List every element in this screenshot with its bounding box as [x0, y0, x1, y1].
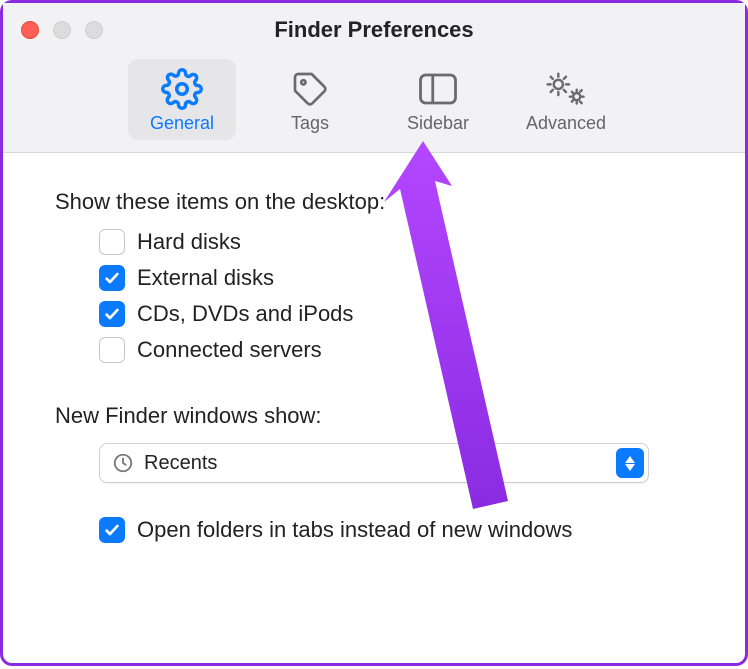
- tab-label: Sidebar: [407, 113, 469, 134]
- checkbox-label: CDs, DVDs and iPods: [137, 301, 353, 327]
- tab-label: Tags: [291, 113, 329, 134]
- tab-advanced[interactable]: Advanced: [512, 59, 620, 140]
- checkbox[interactable]: [99, 265, 125, 291]
- tab-sidebar[interactable]: Sidebar: [384, 59, 492, 140]
- checkbox[interactable]: [99, 517, 125, 543]
- dropdown-selected-label: Recents: [144, 452, 616, 475]
- minimize-button[interactable]: [53, 21, 71, 39]
- checkbox-label: Hard disks: [137, 229, 241, 255]
- toolbar-tabs: General Tags Sidebar: [21, 53, 727, 152]
- sidebar-icon: [417, 67, 459, 111]
- gears-icon: [543, 67, 589, 111]
- checkbox-label: External disks: [137, 265, 274, 291]
- checkbox[interactable]: [99, 301, 125, 327]
- tab-label: Advanced: [526, 113, 606, 134]
- checkbox[interactable]: [99, 337, 125, 363]
- checkbox-label: Open folders in tabs instead of new wind…: [137, 517, 572, 543]
- titlebar: Finder Preferences General Tags: [3, 3, 745, 153]
- checkbox-row-cds-dvds-ipods[interactable]: CDs, DVDs and iPods: [99, 301, 701, 327]
- checkbox-row-open-in-tabs[interactable]: Open folders in tabs instead of new wind…: [55, 517, 701, 543]
- tab-general[interactable]: General: [128, 59, 236, 140]
- desktop-items-list: Hard disks External disks CDs, DVDs and …: [55, 229, 701, 363]
- gear-icon: [161, 67, 203, 111]
- desktop-section-label: Show these items on the desktop:: [55, 189, 701, 215]
- checkbox-row-external-disks[interactable]: External disks: [99, 265, 701, 291]
- tag-icon: [290, 67, 330, 111]
- new-windows-section-label: New Finder windows show:: [55, 403, 701, 429]
- traffic-lights: [21, 21, 103, 39]
- close-button[interactable]: [21, 21, 39, 39]
- new-windows-dropdown[interactable]: Recents: [99, 443, 649, 483]
- checkbox-row-connected-servers[interactable]: Connected servers: [99, 337, 701, 363]
- tab-tags[interactable]: Tags: [256, 59, 364, 140]
- checkbox[interactable]: [99, 229, 125, 255]
- tab-label: General: [150, 113, 214, 134]
- maximize-button[interactable]: [85, 21, 103, 39]
- window-title: Finder Preferences: [21, 17, 727, 53]
- chevron-up-down-icon: [616, 448, 644, 478]
- checkbox-label: Connected servers: [137, 337, 322, 363]
- content-pane: Show these items on the desktop: Hard di…: [3, 153, 745, 567]
- checkbox-row-hard-disks[interactable]: Hard disks: [99, 229, 701, 255]
- clock-icon: [112, 452, 134, 474]
